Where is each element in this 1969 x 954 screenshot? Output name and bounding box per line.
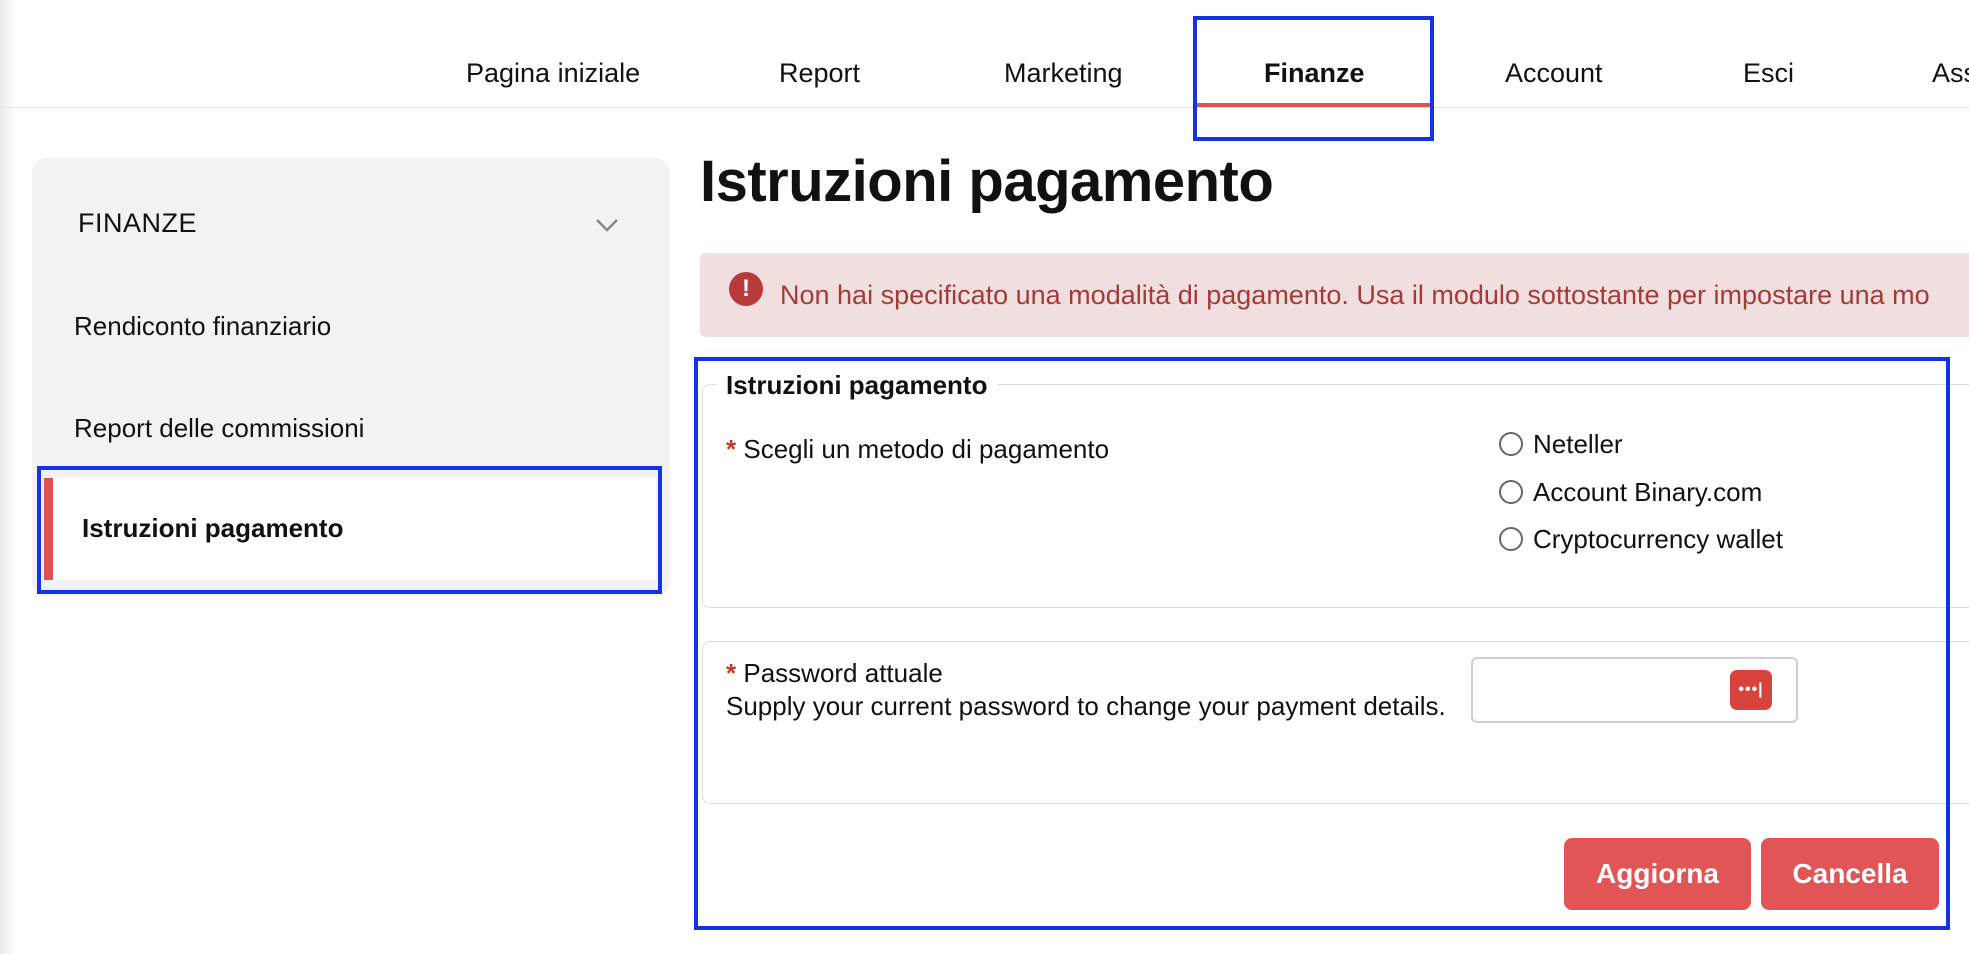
password-label: * Password attuale xyxy=(726,658,943,689)
radio-label: Account Binary.com xyxy=(1533,476,1763,507)
required-marker: * xyxy=(726,434,737,464)
left-edge-shadow xyxy=(0,0,16,954)
radio-button[interactable] xyxy=(1499,480,1523,504)
sidebar-item-rendiconto-finanziario[interactable]: Rendiconto finanziario xyxy=(74,311,331,342)
sidebar-active-indicator xyxy=(44,478,53,580)
required-marker: * xyxy=(726,658,737,688)
cancel-button[interactable]: Cancella xyxy=(1761,838,1939,910)
nav-item-pagina-iniziale[interactable]: Pagina iniziale xyxy=(466,58,640,89)
payment-method-label: * Scegli un metodo di pagamento xyxy=(726,434,1109,465)
update-button[interactable]: Aggiorna xyxy=(1564,838,1751,910)
radio-label: Neteller xyxy=(1533,428,1623,459)
payment-instructions-fieldset xyxy=(702,384,1969,608)
nav-item-finanze[interactable]: Finanze xyxy=(1264,58,1365,89)
chevron-down-icon[interactable] xyxy=(594,212,620,238)
alert-message: Non hai specificato una modalità di paga… xyxy=(780,280,1930,310)
fieldset-legend: Istruzioni pagamento xyxy=(716,370,998,401)
nav-item-esci[interactable]: Esci xyxy=(1743,58,1794,89)
radio-option-account-binary[interactable]: Account Binary.com xyxy=(1499,477,1762,507)
page: Pagina iniziale Report Marketing Finanze… xyxy=(0,0,1969,954)
password-help-text: Supply your current password to change y… xyxy=(726,691,1446,721)
sidebar-header[interactable]: FINANZE xyxy=(78,208,197,239)
payment-method-label-text: Scegli un metodo di pagamento xyxy=(743,434,1110,464)
radio-option-cryptocurrency-wallet[interactable]: Cryptocurrency wallet xyxy=(1499,524,1783,554)
page-title: Istruzioni pagamento xyxy=(700,149,1274,214)
nav-item-ass[interactable]: Ass xyxy=(1932,58,1969,89)
radio-label: Cryptocurrency wallet xyxy=(1533,523,1783,554)
nav-active-indicator xyxy=(1197,103,1432,107)
sidebar-item-label: Istruzioni pagamento xyxy=(82,513,344,543)
radio-button[interactable] xyxy=(1499,432,1523,456)
sidebar-item-report-commissioni[interactable]: Report delle commissioni xyxy=(74,413,364,444)
nav-item-marketing[interactable]: Marketing xyxy=(1004,58,1123,89)
top-navigation: Pagina iniziale Report Marketing Finanze… xyxy=(0,0,1969,108)
radio-button[interactable] xyxy=(1499,527,1523,551)
nav-item-account[interactable]: Account xyxy=(1505,58,1603,89)
nav-item-report[interactable]: Report xyxy=(779,58,860,89)
radio-option-neteller[interactable]: Neteller xyxy=(1499,429,1623,459)
password-manager-icon[interactable]: •••| xyxy=(1730,670,1772,710)
password-label-text: Password attuale xyxy=(743,658,943,688)
exclamation-circle-icon: ! xyxy=(729,272,763,306)
